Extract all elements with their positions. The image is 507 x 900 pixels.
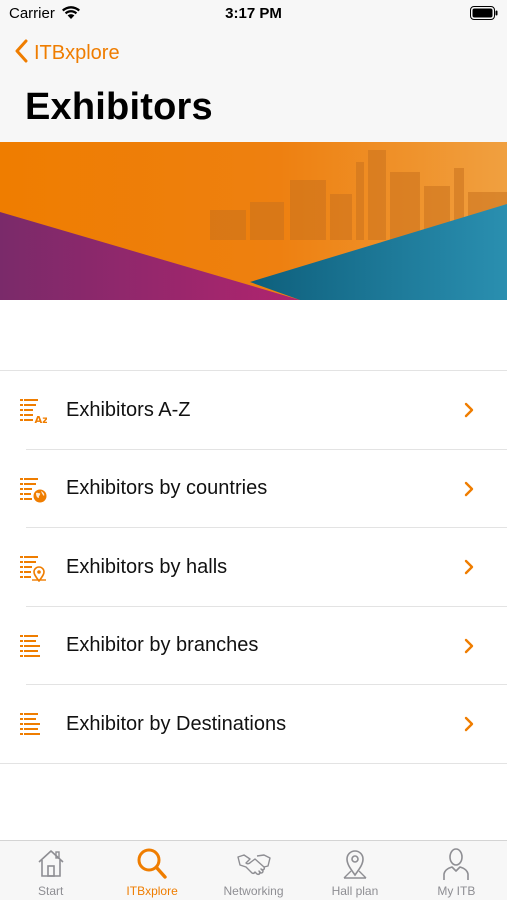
list-globe-icon <box>19 476 47 504</box>
menu-item-label: Exhibitors A-Z <box>66 398 191 421</box>
chevron-right-icon <box>464 638 474 659</box>
menu-item-exhibitors-by-halls[interactable]: Exhibitors by halls <box>0 528 507 607</box>
tab-my-itb[interactable]: My ITB <box>406 841 507 900</box>
tab-itbxplore[interactable]: ITBxplore <box>101 841 202 900</box>
menu-item-label: Exhibitors by countries <box>66 477 268 500</box>
menu-item-label: Exhibitor by branches <box>66 634 259 657</box>
tab-bar: Start ITBxplore Networking Hall plan My … <box>0 840 507 900</box>
tab-label: Hall plan <box>331 884 379 898</box>
row-divider <box>0 762 507 764</box>
status-bar: Carrier 3:17 PM <box>0 0 507 30</box>
tab-start[interactable]: Start <box>0 841 101 900</box>
chevron-right-icon <box>464 402 474 423</box>
list-icon <box>19 711 47 739</box>
tab-networking[interactable]: Networking <box>203 841 304 900</box>
back-button[interactable]: ITBxplore <box>14 39 120 67</box>
navigation-bar: ITBxplore Exhibitors <box>0 30 507 142</box>
header-banner <box>0 142 507 300</box>
tab-label: Start <box>38 884 64 898</box>
chevron-left-icon <box>14 39 28 68</box>
menu-item-exhibitor-by-branches[interactable]: Exhibitor by branches <box>0 607 507 685</box>
menu-item-exhibitors-a-z[interactable]: Az Exhibitors A-Z <box>0 371 507 450</box>
list-location-icon <box>19 554 47 583</box>
status-time: 3:17 PM <box>225 5 282 22</box>
svg-text:Az: Az <box>35 415 48 425</box>
page-title: Exhibitors <box>25 86 213 128</box>
chevron-right-icon <box>464 716 474 737</box>
tab-label: My ITB <box>437 884 476 898</box>
list-az-icon: Az <box>19 397 48 426</box>
chevron-right-icon <box>464 481 474 502</box>
tab-label: Networking <box>223 884 284 898</box>
menu-item-label: Exhibitor by Destinations <box>66 712 287 735</box>
battery-icon <box>470 6 498 25</box>
tab-label: ITBxplore <box>126 884 178 898</box>
menu-item-label: Exhibitors by halls <box>66 555 228 578</box>
exhibitors-menu-list: Az Exhibitors A-Z Exhibitors by countrie… <box>0 370 507 764</box>
home-icon <box>38 850 64 877</box>
map-pin-icon <box>343 850 367 879</box>
back-button-label: ITBxplore <box>34 41 120 64</box>
person-icon <box>443 848 470 880</box>
search-icon <box>137 848 167 879</box>
menu-item-exhibitor-by-destinations[interactable]: Exhibitor by Destinations <box>0 685 507 764</box>
menu-item-exhibitors-by-countries[interactable]: Exhibitors by countries <box>0 450 507 528</box>
chevron-right-icon <box>464 559 474 580</box>
list-icon <box>19 633 47 661</box>
handshake-icon <box>236 854 271 876</box>
tab-hall-plan[interactable]: Hall plan <box>304 841 405 900</box>
